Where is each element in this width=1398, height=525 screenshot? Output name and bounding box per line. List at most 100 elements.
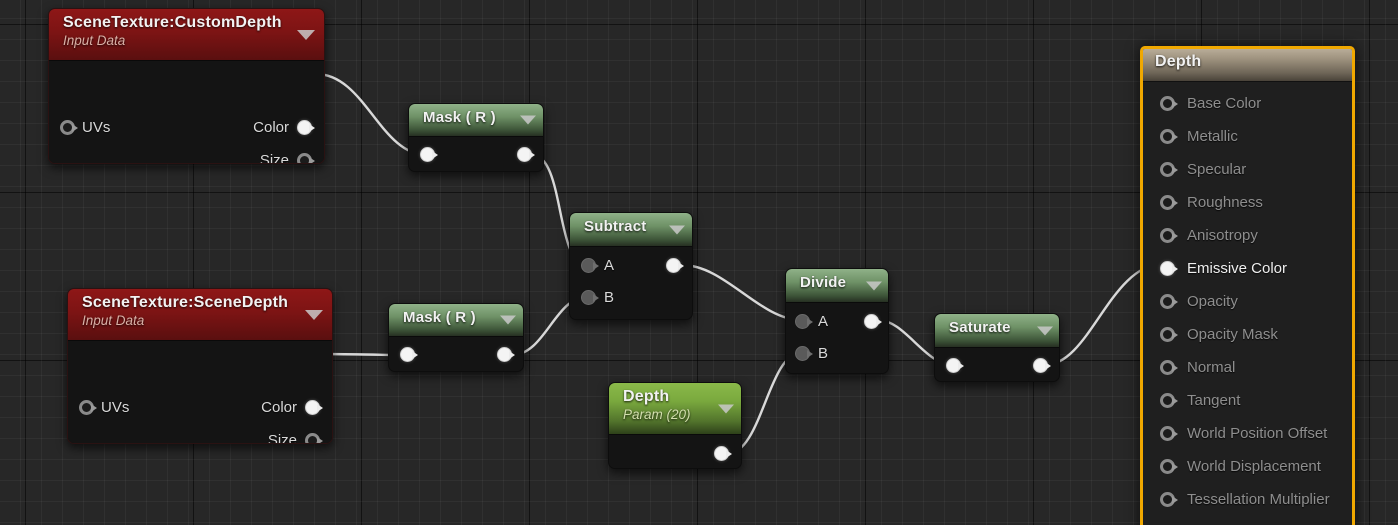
pin-normal[interactable] xyxy=(1160,360,1178,375)
node-header[interactable]: Mask ( R ) xyxy=(389,304,523,337)
pin-nub xyxy=(1172,462,1178,471)
node-title: Saturate xyxy=(949,319,1011,336)
pin-divide-a[interactable] xyxy=(795,314,813,329)
pin-label-color: Color xyxy=(261,399,297,416)
node-saturate[interactable]: Saturate xyxy=(934,313,1060,382)
pin-emissive-color[interactable] xyxy=(1160,261,1178,276)
node-body: A B xyxy=(786,303,888,373)
pin-saturate-output[interactable] xyxy=(1033,358,1051,373)
node-header[interactable]: SceneTexture:SceneDepth Input Data xyxy=(68,289,332,341)
pin-nub xyxy=(1172,198,1178,207)
pin-nub xyxy=(1172,132,1178,141)
node-scenetexture-scenedepth[interactable]: SceneTexture:SceneDepth Input Data UVs C… xyxy=(67,288,333,444)
node-depth-param[interactable]: Depth Param (20) xyxy=(608,382,742,469)
pin-nub xyxy=(309,123,315,132)
pin-label-b: B xyxy=(818,345,829,362)
chevron-down-icon[interactable] xyxy=(866,281,882,290)
pin-metallic[interactable] xyxy=(1160,129,1178,144)
pin-nub xyxy=(1172,165,1178,174)
pin-opacity[interactable] xyxy=(1160,294,1178,309)
node-mask-r-top[interactable]: Mask ( R ) xyxy=(408,103,544,172)
pin-subtract-a[interactable] xyxy=(581,258,599,273)
pin-label-b: B xyxy=(604,289,615,306)
pin-label-tangent: Tangent xyxy=(1187,392,1241,409)
pin-nub xyxy=(72,123,78,132)
pin-nub xyxy=(1172,330,1178,339)
pin-base-color[interactable] xyxy=(1160,96,1178,111)
pin-nub xyxy=(432,150,438,159)
pin-saturate-input[interactable] xyxy=(946,358,964,373)
pin-anisotropy[interactable] xyxy=(1160,228,1178,243)
pin-uvs[interactable] xyxy=(79,400,97,415)
pin-nub xyxy=(1172,363,1178,372)
pin-uvs[interactable] xyxy=(60,120,78,135)
pin-divide-b[interactable] xyxy=(795,346,813,361)
pin-nub xyxy=(529,150,535,159)
pin-label-a: A xyxy=(604,257,615,274)
node-header[interactable]: Saturate xyxy=(935,314,1059,348)
node-body xyxy=(409,137,543,171)
node-body: UVs Color Size InvSize xyxy=(68,341,332,443)
pin-nub xyxy=(1172,264,1178,273)
pin-tangent[interactable] xyxy=(1160,393,1178,408)
chevron-down-icon[interactable] xyxy=(297,29,315,40)
pin-label-normal: Normal xyxy=(1187,359,1236,376)
node-header[interactable]: Depth xyxy=(1143,49,1352,82)
node-header[interactable]: Mask ( R ) xyxy=(409,104,543,137)
pin-depth-output[interactable] xyxy=(714,446,732,461)
pin-label-size: Size xyxy=(267,432,297,444)
pin-nub xyxy=(1045,361,1051,370)
node-subtract[interactable]: Subtract A B xyxy=(569,212,693,320)
chevron-down-icon[interactable] xyxy=(305,309,323,320)
pin-size-out[interactable] xyxy=(297,153,315,163)
node-header[interactable]: Depth Param (20) xyxy=(609,383,741,435)
pin-tessellation-multiplier[interactable] xyxy=(1160,492,1178,507)
pin-world-position-offset[interactable] xyxy=(1160,426,1178,441)
pin-mask-output[interactable] xyxy=(517,147,535,162)
pin-world-displacement[interactable] xyxy=(1160,459,1178,474)
node-header[interactable]: SceneTexture:CustomDepth Input Data xyxy=(49,9,324,61)
pin-roughness[interactable] xyxy=(1160,195,1178,210)
pin-nub xyxy=(593,293,599,302)
pin-label-uvs: UVs xyxy=(82,119,111,136)
pin-label-color: Color xyxy=(253,119,289,136)
pin-label-anisotropy: Anisotropy xyxy=(1187,227,1258,244)
wire-subtract-to-divide-a xyxy=(680,263,803,322)
pin-nub xyxy=(807,349,813,358)
pin-nub xyxy=(1172,495,1178,504)
node-header[interactable]: Divide xyxy=(786,269,888,303)
pin-opacity-mask[interactable] xyxy=(1160,327,1178,342)
pin-label-a: A xyxy=(818,313,829,330)
chevron-down-icon[interactable] xyxy=(520,115,536,125)
node-mask-r-bottom[interactable]: Mask ( R ) xyxy=(388,303,524,372)
chevron-down-icon[interactable] xyxy=(500,315,516,325)
chevron-down-icon[interactable] xyxy=(669,225,685,234)
pin-size-out[interactable] xyxy=(305,433,323,443)
node-header[interactable]: Subtract xyxy=(570,213,692,247)
material-graph-canvas[interactable]: SceneTexture:CustomDepth Input Data UVs … xyxy=(0,0,1398,525)
node-body: Base Color Metallic Specular Roughness Aniso… xyxy=(1143,82,1352,525)
node-subtitle: Param (20) xyxy=(623,407,691,422)
chevron-down-icon[interactable] xyxy=(718,404,734,413)
pin-color-out[interactable] xyxy=(297,120,315,135)
pin-mask-input[interactable] xyxy=(400,347,418,362)
node-title: Subtract xyxy=(584,218,647,235)
pin-color-out[interactable] xyxy=(305,400,323,415)
pin-subtract-output[interactable] xyxy=(666,258,684,273)
chevron-down-icon[interactable] xyxy=(1037,326,1053,335)
pin-subtract-b[interactable] xyxy=(581,290,599,305)
node-title: SceneTexture:SceneDepth xyxy=(82,294,289,311)
node-title: Mask ( R ) xyxy=(423,109,496,126)
pin-nub xyxy=(317,436,323,443)
node-body: UVs Color Size InvSize xyxy=(49,61,324,163)
pin-nub xyxy=(309,156,315,163)
pin-mask-output[interactable] xyxy=(497,347,515,362)
pin-label-tessellation-multiplier: Tessellation Multiplier xyxy=(1187,491,1330,508)
node-scenetexture-customdepth[interactable]: SceneTexture:CustomDepth Input Data UVs … xyxy=(48,8,325,164)
pin-nub xyxy=(1172,429,1178,438)
pin-mask-input[interactable] xyxy=(420,147,438,162)
node-divide[interactable]: Divide A B xyxy=(785,268,889,374)
pin-specular[interactable] xyxy=(1160,162,1178,177)
node-material-output[interactable]: Depth Base Color Metallic Specular Roughnes… xyxy=(1140,46,1355,525)
pin-divide-output[interactable] xyxy=(864,314,882,329)
